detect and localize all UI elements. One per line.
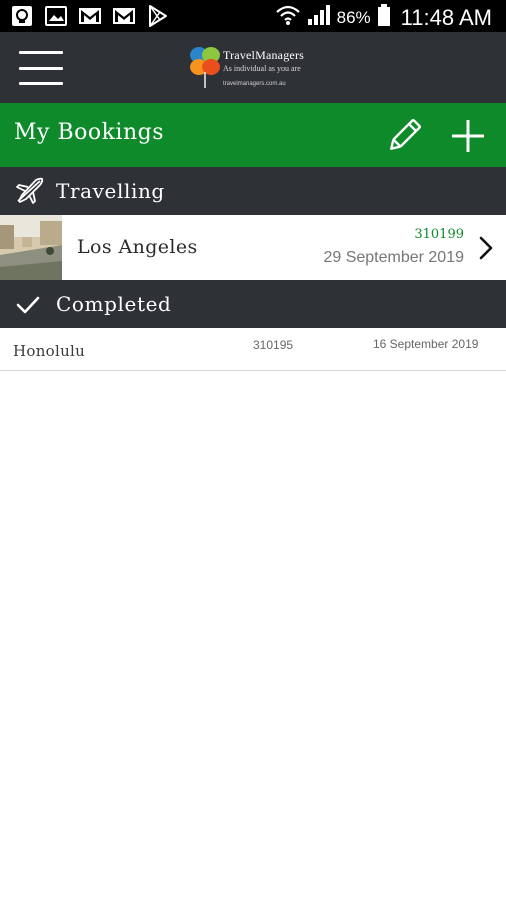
section-header-travelling: Travelling (0, 167, 506, 215)
logo-tagline: As individual as you are (223, 64, 301, 73)
play-store-icon (146, 5, 170, 27)
wifi-icon (275, 3, 301, 32)
edit-button[interactable] (384, 117, 424, 155)
booking-city: Honolulu (13, 342, 86, 360)
section-label-travelling: Travelling (56, 179, 165, 203)
checkmark-icon (16, 296, 40, 314)
destination-photo (0, 215, 62, 280)
pencil-icon (390, 118, 422, 150)
airplane-icon (16, 177, 44, 204)
booking-row-honolulu[interactable]: Honolulu 310195 16 September 2019 (0, 328, 506, 371)
section-label-completed: Completed (56, 292, 172, 316)
app-icon (10, 5, 34, 27)
booking-row-los-angeles[interactable]: Los Angeles 310199 29 September 2019 (0, 215, 506, 280)
clover-logo-icon (190, 47, 220, 88)
signal-icon (307, 4, 331, 31)
travelmanagers-logo: TravelManagers As individual as you are … (188, 44, 328, 94)
booking-date: 29 September 2019 (323, 249, 464, 266)
gmail-icon (78, 5, 102, 27)
clock: 11:48 AM (400, 4, 492, 30)
page-title: My Bookings (14, 120, 165, 145)
booking-city: Los Angeles (77, 236, 198, 258)
plus-icon (452, 120, 484, 152)
status-bar: 86% 11:48 AM (0, 0, 506, 32)
logo-name: TravelManagers (223, 48, 305, 62)
battery-icon (377, 4, 391, 31)
booking-reference: 310199 (414, 227, 464, 242)
logo-url: travelmanagers.com.au (223, 81, 286, 87)
battery-percent: 86% (336, 7, 371, 27)
gmail-icon (112, 5, 136, 27)
hamburger-menu-button[interactable] (19, 51, 63, 85)
chevron-right-icon (479, 236, 493, 260)
booking-date: 16 September 2019 (373, 337, 479, 351)
booking-reference: 310195 (253, 338, 294, 352)
notification-icons (10, 5, 170, 27)
system-status: 86% 11:48 AM (275, 3, 492, 32)
app-header: TravelManagers As individual as you are … (0, 32, 506, 103)
add-booking-button[interactable] (448, 117, 488, 155)
photo-icon (44, 5, 68, 27)
section-header-completed: Completed (0, 280, 506, 328)
title-bar: My Bookings (0, 103, 506, 167)
